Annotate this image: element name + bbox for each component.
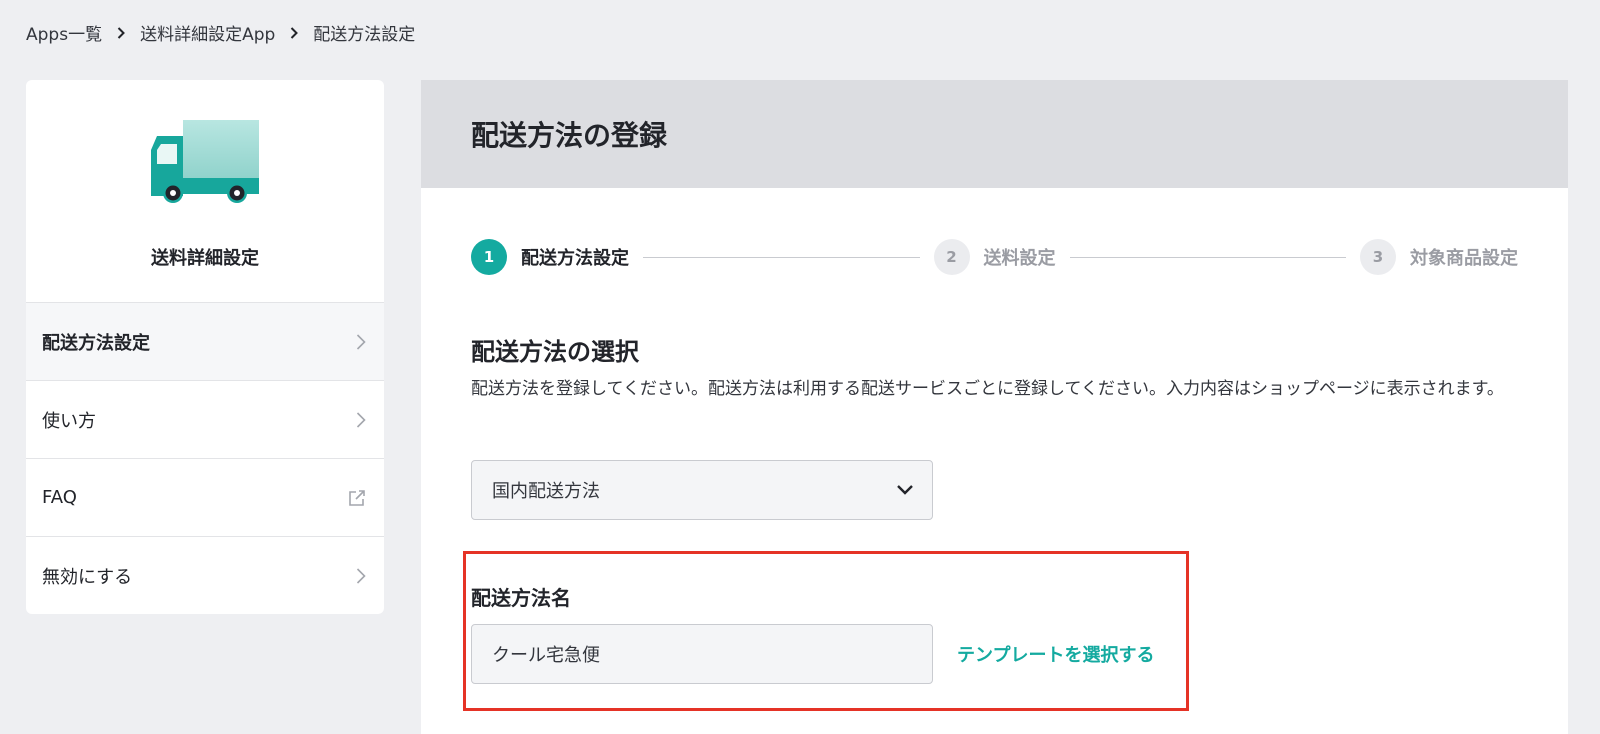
step-number: 3 — [1360, 239, 1396, 275]
section-title: 配送方法の選択 — [471, 338, 639, 366]
step-3: 3 対象商品設定 — [1360, 239, 1518, 275]
select-value: 国内配送方法 — [492, 481, 600, 502]
truck-icon — [151, 120, 259, 203]
step-label: 送料設定 — [983, 248, 1056, 269]
chevron-right-icon — [290, 26, 299, 39]
breadcrumb-current: 配送方法設定 — [313, 25, 416, 45]
chevron-right-icon — [356, 333, 366, 350]
step-connector — [643, 256, 920, 258]
method-name-label: 配送方法名 — [471, 586, 571, 610]
breadcrumb-app[interactable]: 送料詳細設定App — [140, 20, 275, 45]
step-2: 2 送料設定 — [933, 239, 1056, 275]
sidebar-item-label: 配送方法設定 — [42, 332, 150, 354]
step-1: 1 配送方法設定 — [471, 239, 629, 275]
select-template-link[interactable]: テンプレートを選択する — [957, 641, 1154, 667]
sidebar-item-label: FAQ — [42, 487, 77, 508]
section-description: 配送方法を登録してください。配送方法は利用する配送サービスごとに登録してください… — [471, 379, 1504, 399]
breadcrumb: Apps一覧 送料詳細設定App 配送方法設定 — [26, 20, 415, 45]
step-number: 1 — [471, 239, 507, 275]
sidebar-item-faq[interactable]: FAQ — [26, 458, 384, 536]
stepper: 1 配送方法設定 2 送料設定 3 対象商品設定 — [471, 238, 1518, 276]
external-link-icon — [349, 489, 365, 506]
breadcrumb-apps[interactable]: Apps一覧 — [26, 20, 102, 45]
step-label: 配送方法設定 — [521, 248, 629, 269]
chevron-down-icon — [897, 485, 913, 495]
sidebar-item-disable[interactable]: 無効にする — [26, 536, 384, 614]
step-number: 2 — [933, 239, 970, 275]
sidebar-header: 送料詳細設定 — [26, 80, 384, 302]
page-title: 配送方法の登録 — [471, 119, 668, 152]
chevron-right-icon — [356, 411, 366, 428]
sidebar: 送料詳細設定 配送方法設定 使い方 FAQ 無効にする — [26, 80, 384, 614]
main-header: 配送方法の登録 — [421, 80, 1568, 188]
shipping-method-select[interactable]: 国内配送方法 — [471, 460, 933, 520]
sidebar-item-label: 使い方 — [42, 410, 96, 432]
app-name: 送料詳細設定 — [151, 248, 259, 269]
sidebar-item-how-to[interactable]: 使い方 — [26, 380, 384, 458]
chevron-right-icon — [356, 567, 366, 584]
chevron-right-icon — [117, 26, 125, 39]
step-label: 対象商品設定 — [1410, 248, 1518, 269]
sidebar-item-shipping-method[interactable]: 配送方法設定 — [26, 302, 384, 380]
main-panel: 配送方法の登録 1 配送方法設定 2 送料設定 3 対象商品設定 配送方法の選択… — [421, 80, 1568, 734]
step-connector — [1069, 256, 1346, 258]
sidebar-item-label: 無効にする — [42, 566, 133, 588]
method-name-input[interactable] — [471, 624, 933, 684]
